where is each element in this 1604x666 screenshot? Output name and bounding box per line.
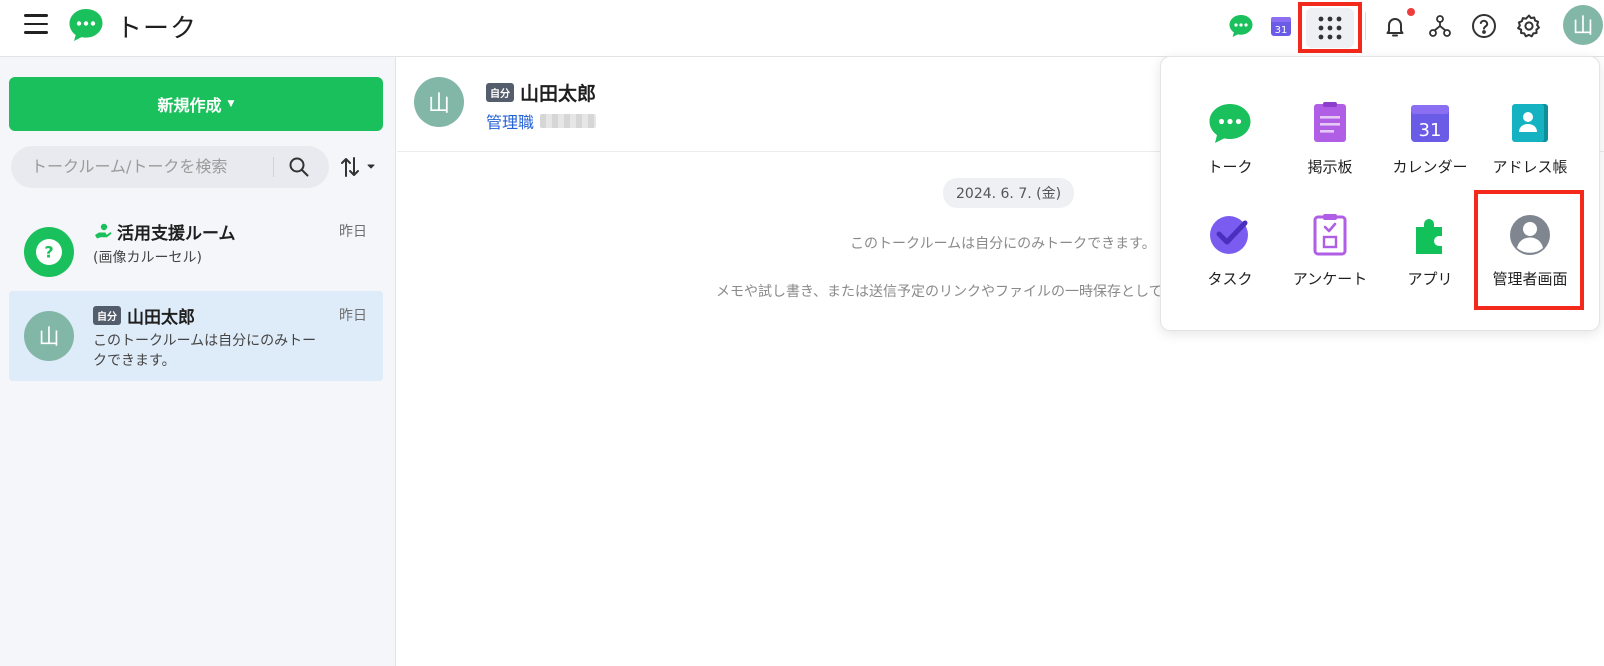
room-preview: (画像カルーセル) xyxy=(93,250,202,266)
new-create-label: 新規作成 xyxy=(157,96,222,115)
admin-highlight-box xyxy=(1474,190,1584,310)
header-divider xyxy=(1365,12,1366,40)
sidebar: 新規作成 ▼ ? 活用支援ルーム 昨日 xyxy=(0,57,396,666)
app-tile-task[interactable]: タスク xyxy=(1181,198,1279,298)
apps-highlight-box xyxy=(1298,2,1362,53)
room-item-self[interactable]: 山 自分 山田太郎 昨日 このトークルームは自分にのみトークできます。 xyxy=(9,291,383,381)
app-label: カレンダー xyxy=(1392,158,1468,176)
survey-icon xyxy=(1313,214,1347,256)
search-box xyxy=(11,146,329,188)
chat-title: 自分 山田太郎 xyxy=(486,79,596,106)
page-title: トーク xyxy=(116,14,198,44)
calendar-icon[interactable]: 31 xyxy=(1265,10,1297,42)
room-avatar: 山 xyxy=(24,311,74,361)
sort-icon[interactable] xyxy=(340,154,380,180)
new-create-button[interactable]: 新規作成 ▼ xyxy=(9,77,383,131)
room-time: 昨日 xyxy=(339,308,367,324)
room-avatar: ? xyxy=(24,227,74,277)
address-book-icon xyxy=(1512,104,1548,142)
room-time: 昨日 xyxy=(339,224,367,240)
room-name: 活用支援ルーム xyxy=(93,219,236,244)
search-divider xyxy=(273,157,274,177)
app-label: 掲示板 xyxy=(1307,158,1353,176)
app-label: アプリ xyxy=(1407,270,1453,288)
caret-down-icon: ▼ xyxy=(227,99,235,109)
task-icon xyxy=(1210,216,1248,254)
app-tile-board[interactable]: 掲示板 xyxy=(1281,86,1379,186)
chat-subtitle: 管理職 xyxy=(486,109,597,133)
app-label: アドレス帳 xyxy=(1492,158,1568,176)
notification-dot xyxy=(1407,8,1415,16)
search-icon[interactable] xyxy=(287,155,311,179)
talk-logo-icon xyxy=(69,9,103,41)
blurred-text xyxy=(540,114,597,128)
gear-icon[interactable] xyxy=(1513,10,1545,42)
user-avatar[interactable]: 山 xyxy=(1563,5,1603,45)
room-preview: このトークルームは自分にのみトークできます。 xyxy=(93,333,317,369)
app-tile-calendar[interactable]: 31 カレンダー xyxy=(1381,86,1479,186)
room-name: 自分 山田太郎 xyxy=(93,303,195,328)
self-badge: 自分 xyxy=(93,306,121,325)
svg-text:31: 31 xyxy=(1275,25,1288,36)
app-label: トーク xyxy=(1207,158,1253,176)
chat-avatar[interactable]: 山 xyxy=(414,77,464,127)
system-message: このトークルームは自分にのみトークできます。 xyxy=(850,236,1156,252)
chat-title-text: 山田太郎 xyxy=(520,83,597,105)
app-label: タスク xyxy=(1207,270,1253,288)
svg-text:31: 31 xyxy=(1419,120,1442,141)
app-label: アンケート xyxy=(1292,270,1368,288)
role-link[interactable]: 管理職 xyxy=(486,109,534,133)
system-message: メモや試し書き、または送信予定のリンクやファイルの一時保存として xyxy=(716,284,1163,300)
bell-icon[interactable] xyxy=(1379,10,1411,42)
app-tile-address-book[interactable]: アドレス帳 xyxy=(1481,86,1579,186)
svg-text:?: ? xyxy=(44,243,53,262)
talk-icon xyxy=(1209,104,1251,143)
board-icon xyxy=(1314,102,1346,142)
talk-icon[interactable] xyxy=(1225,10,1257,42)
support-hand-icon xyxy=(95,223,112,238)
top-header: トーク 31 山 xyxy=(0,0,1604,57)
calendar-icon: 31 xyxy=(1411,105,1449,142)
self-badge: 自分 xyxy=(486,83,514,102)
room-name-text: 山田太郎 xyxy=(127,308,195,328)
search-input[interactable] xyxy=(31,157,261,176)
app-puzzle-icon xyxy=(1416,219,1442,254)
app-tile-apps[interactable]: アプリ xyxy=(1381,198,1479,298)
room-name-text: 活用支援ルーム xyxy=(117,224,236,244)
help-icon[interactable] xyxy=(1468,10,1500,42)
room-item-support[interactable]: ? 活用支援ルーム 昨日 (画像カルーセル) xyxy=(9,207,383,297)
app-tile-talk[interactable]: トーク xyxy=(1181,86,1279,186)
app-tile-survey[interactable]: アンケート xyxy=(1281,198,1379,298)
org-chart-icon[interactable] xyxy=(1424,10,1456,42)
menu-icon[interactable] xyxy=(24,14,48,36)
date-separator: 2024. 6. 7. (金) xyxy=(943,178,1075,208)
